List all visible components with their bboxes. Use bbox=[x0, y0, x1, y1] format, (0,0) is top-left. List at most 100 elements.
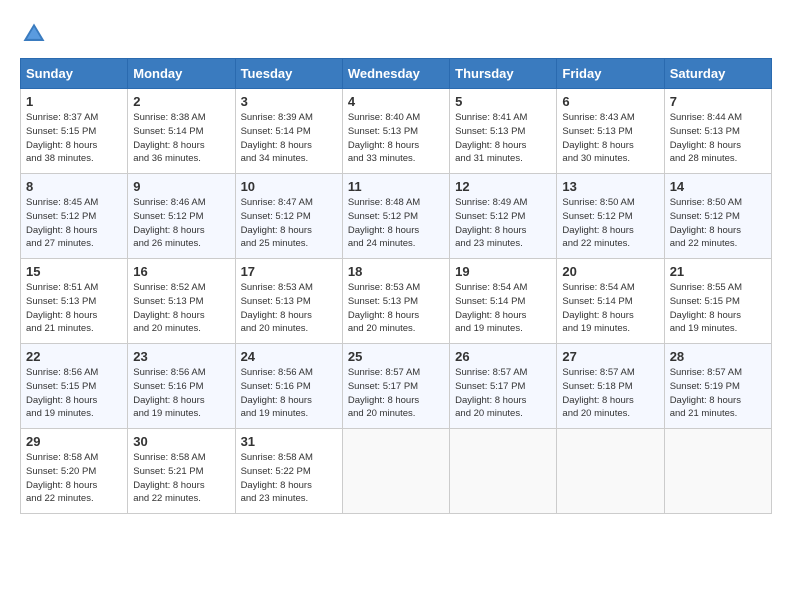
day-info: Sunrise: 8:45 AM Sunset: 5:12 PM Dayligh… bbox=[26, 196, 122, 251]
day-info: Sunrise: 8:47 AM Sunset: 5:12 PM Dayligh… bbox=[241, 196, 337, 251]
day-number: 2 bbox=[133, 94, 229, 109]
calendar-cell: 25 Sunrise: 8:57 AM Sunset: 5:17 PM Dayli… bbox=[342, 344, 449, 429]
day-info: Sunrise: 8:39 AM Sunset: 5:14 PM Dayligh… bbox=[241, 111, 337, 166]
logo-icon bbox=[20, 20, 48, 48]
calendar-cell: 26 Sunrise: 8:57 AM Sunset: 5:17 PM Dayli… bbox=[450, 344, 557, 429]
day-number: 8 bbox=[26, 179, 122, 194]
calendar-cell: 12 Sunrise: 8:49 AM Sunset: 5:12 PM Dayli… bbox=[450, 174, 557, 259]
calendar-cell bbox=[342, 429, 449, 514]
day-info: Sunrise: 8:56 AM Sunset: 5:15 PM Dayligh… bbox=[26, 366, 122, 421]
day-info: Sunrise: 8:53 AM Sunset: 5:13 PM Dayligh… bbox=[348, 281, 444, 336]
calendar-cell: 28 Sunrise: 8:57 AM Sunset: 5:19 PM Dayli… bbox=[664, 344, 771, 429]
calendar-cell: 17Sunrise: 8:53 AM Sunset: 5:13 PM Dayli… bbox=[235, 259, 342, 344]
calendar-cell: 18 Sunrise: 8:53 AM Sunset: 5:13 PM Dayli… bbox=[342, 259, 449, 344]
day-number: 29 bbox=[26, 434, 122, 449]
day-number: 10 bbox=[241, 179, 337, 194]
header-thursday: Thursday bbox=[450, 59, 557, 89]
day-number: 7 bbox=[670, 94, 766, 109]
calendar-cell: 4Sunrise: 8:40 AM Sunset: 5:13 PM Daylig… bbox=[342, 89, 449, 174]
calendar-cell: 27Sunrise: 8:57 AM Sunset: 5:18 PM Dayli… bbox=[557, 344, 664, 429]
header-monday: Monday bbox=[128, 59, 235, 89]
day-number: 19 bbox=[455, 264, 551, 279]
calendar-cell: 21 Sunrise: 8:55 AM Sunset: 5:15 PM Dayli… bbox=[664, 259, 771, 344]
day-info: Sunrise: 8:40 AM Sunset: 5:13 PM Dayligh… bbox=[348, 111, 444, 166]
calendar-cell: 8 Sunrise: 8:45 AM Sunset: 5:12 PM Daylig… bbox=[21, 174, 128, 259]
day-number: 9 bbox=[133, 179, 229, 194]
calendar-week-row: 1 Sunrise: 8:37 AM Sunset: 5:15 PM Daylig… bbox=[21, 89, 772, 174]
day-number: 28 bbox=[670, 349, 766, 364]
day-number: 15 bbox=[26, 264, 122, 279]
calendar-cell: 14 Sunrise: 8:50 AM Sunset: 5:12 PM Dayli… bbox=[664, 174, 771, 259]
day-info: Sunrise: 8:52 AM Sunset: 5:13 PM Dayligh… bbox=[133, 281, 229, 336]
header-friday: Friday bbox=[557, 59, 664, 89]
day-info: Sunrise: 8:57 AM Sunset: 5:17 PM Dayligh… bbox=[348, 366, 444, 421]
day-info: Sunrise: 8:43 AM Sunset: 5:13 PM Dayligh… bbox=[562, 111, 658, 166]
day-info: Sunrise: 8:50 AM Sunset: 5:12 PM Dayligh… bbox=[670, 196, 766, 251]
logo bbox=[20, 20, 52, 48]
day-info: Sunrise: 8:58 AM Sunset: 5:20 PM Dayligh… bbox=[26, 451, 122, 506]
day-info: Sunrise: 8:37 AM Sunset: 5:15 PM Dayligh… bbox=[26, 111, 122, 166]
day-number: 3 bbox=[241, 94, 337, 109]
calendar-cell: 10 Sunrise: 8:47 AM Sunset: 5:12 PM Dayli… bbox=[235, 174, 342, 259]
calendar-week-row: 8 Sunrise: 8:45 AM Sunset: 5:12 PM Daylig… bbox=[21, 174, 772, 259]
day-number: 30 bbox=[133, 434, 229, 449]
calendar-cell: 29 Sunrise: 8:58 AM Sunset: 5:20 PM Dayli… bbox=[21, 429, 128, 514]
day-info: Sunrise: 8:51 AM Sunset: 5:13 PM Dayligh… bbox=[26, 281, 122, 336]
calendar-cell bbox=[450, 429, 557, 514]
day-number: 23 bbox=[133, 349, 229, 364]
day-info: Sunrise: 8:48 AM Sunset: 5:12 PM Dayligh… bbox=[348, 196, 444, 251]
calendar-week-row: 22 Sunrise: 8:56 AM Sunset: 5:15 PM Dayli… bbox=[21, 344, 772, 429]
day-number: 12 bbox=[455, 179, 551, 194]
calendar-cell: 9 Sunrise: 8:46 AM Sunset: 5:12 PM Daylig… bbox=[128, 174, 235, 259]
day-number: 13 bbox=[562, 179, 658, 194]
day-number: 6 bbox=[562, 94, 658, 109]
day-info: Sunrise: 8:56 AM Sunset: 5:16 PM Dayligh… bbox=[241, 366, 337, 421]
day-info: Sunrise: 8:58 AM Sunset: 5:21 PM Dayligh… bbox=[133, 451, 229, 506]
day-info: Sunrise: 8:57 AM Sunset: 5:17 PM Dayligh… bbox=[455, 366, 551, 421]
calendar-cell: 23 Sunrise: 8:56 AM Sunset: 5:16 PM Dayli… bbox=[128, 344, 235, 429]
calendar-cell: 7 Sunrise: 8:44 AM Sunset: 5:13 PM Daylig… bbox=[664, 89, 771, 174]
page-header bbox=[20, 20, 772, 48]
calendar-table: Sunday Monday Tuesday Wednesday Thursday… bbox=[20, 58, 772, 514]
day-number: 24 bbox=[241, 349, 337, 364]
day-info: Sunrise: 8:46 AM Sunset: 5:12 PM Dayligh… bbox=[133, 196, 229, 251]
day-info: Sunrise: 8:53 AM Sunset: 5:13 PM Dayligh… bbox=[241, 281, 337, 336]
day-info: Sunrise: 8:54 AM Sunset: 5:14 PM Dayligh… bbox=[455, 281, 551, 336]
day-info: Sunrise: 8:55 AM Sunset: 5:15 PM Dayligh… bbox=[670, 281, 766, 336]
calendar-cell: 5Sunrise: 8:41 AM Sunset: 5:13 PM Daylig… bbox=[450, 89, 557, 174]
day-number: 18 bbox=[348, 264, 444, 279]
day-info: Sunrise: 8:44 AM Sunset: 5:13 PM Dayligh… bbox=[670, 111, 766, 166]
day-number: 14 bbox=[670, 179, 766, 194]
calendar-cell: 22 Sunrise: 8:56 AM Sunset: 5:15 PM Dayli… bbox=[21, 344, 128, 429]
day-info: Sunrise: 8:41 AM Sunset: 5:13 PM Dayligh… bbox=[455, 111, 551, 166]
calendar-cell bbox=[664, 429, 771, 514]
calendar-cell bbox=[557, 429, 664, 514]
day-number: 21 bbox=[670, 264, 766, 279]
day-number: 11 bbox=[348, 179, 444, 194]
day-info: Sunrise: 8:56 AM Sunset: 5:16 PM Dayligh… bbox=[133, 366, 229, 421]
header-saturday: Saturday bbox=[664, 59, 771, 89]
day-info: Sunrise: 8:49 AM Sunset: 5:12 PM Dayligh… bbox=[455, 196, 551, 251]
day-info: Sunrise: 8:50 AM Sunset: 5:12 PM Dayligh… bbox=[562, 196, 658, 251]
day-number: 26 bbox=[455, 349, 551, 364]
calendar-cell: 13 Sunrise: 8:50 AM Sunset: 5:12 PM Dayli… bbox=[557, 174, 664, 259]
day-number: 1 bbox=[26, 94, 122, 109]
day-number: 22 bbox=[26, 349, 122, 364]
day-info: Sunrise: 8:57 AM Sunset: 5:19 PM Dayligh… bbox=[670, 366, 766, 421]
calendar-cell: 11 Sunrise: 8:48 AM Sunset: 5:12 PM Dayli… bbox=[342, 174, 449, 259]
calendar-week-row: 15 Sunrise: 8:51 AM Sunset: 5:13 PM Dayli… bbox=[21, 259, 772, 344]
header-sunday: Sunday bbox=[21, 59, 128, 89]
day-number: 27 bbox=[562, 349, 658, 364]
day-info: Sunrise: 8:38 AM Sunset: 5:14 PM Dayligh… bbox=[133, 111, 229, 166]
day-info: Sunrise: 8:58 AM Sunset: 5:22 PM Dayligh… bbox=[241, 451, 337, 506]
calendar-header-row: Sunday Monday Tuesday Wednesday Thursday… bbox=[21, 59, 772, 89]
day-number: 31 bbox=[241, 434, 337, 449]
calendar-cell: 6 Sunrise: 8:43 AM Sunset: 5:13 PM Daylig… bbox=[557, 89, 664, 174]
calendar-cell: 1 Sunrise: 8:37 AM Sunset: 5:15 PM Daylig… bbox=[21, 89, 128, 174]
calendar-cell: 16Sunrise: 8:52 AM Sunset: 5:13 PM Dayli… bbox=[128, 259, 235, 344]
day-number: 20 bbox=[562, 264, 658, 279]
calendar-cell: 31 Sunrise: 8:58 AM Sunset: 5:22 PM Dayli… bbox=[235, 429, 342, 514]
day-number: 25 bbox=[348, 349, 444, 364]
day-info: Sunrise: 8:54 AM Sunset: 5:14 PM Dayligh… bbox=[562, 281, 658, 336]
calendar-cell: 2 Sunrise: 8:38 AM Sunset: 5:14 PM Daylig… bbox=[128, 89, 235, 174]
